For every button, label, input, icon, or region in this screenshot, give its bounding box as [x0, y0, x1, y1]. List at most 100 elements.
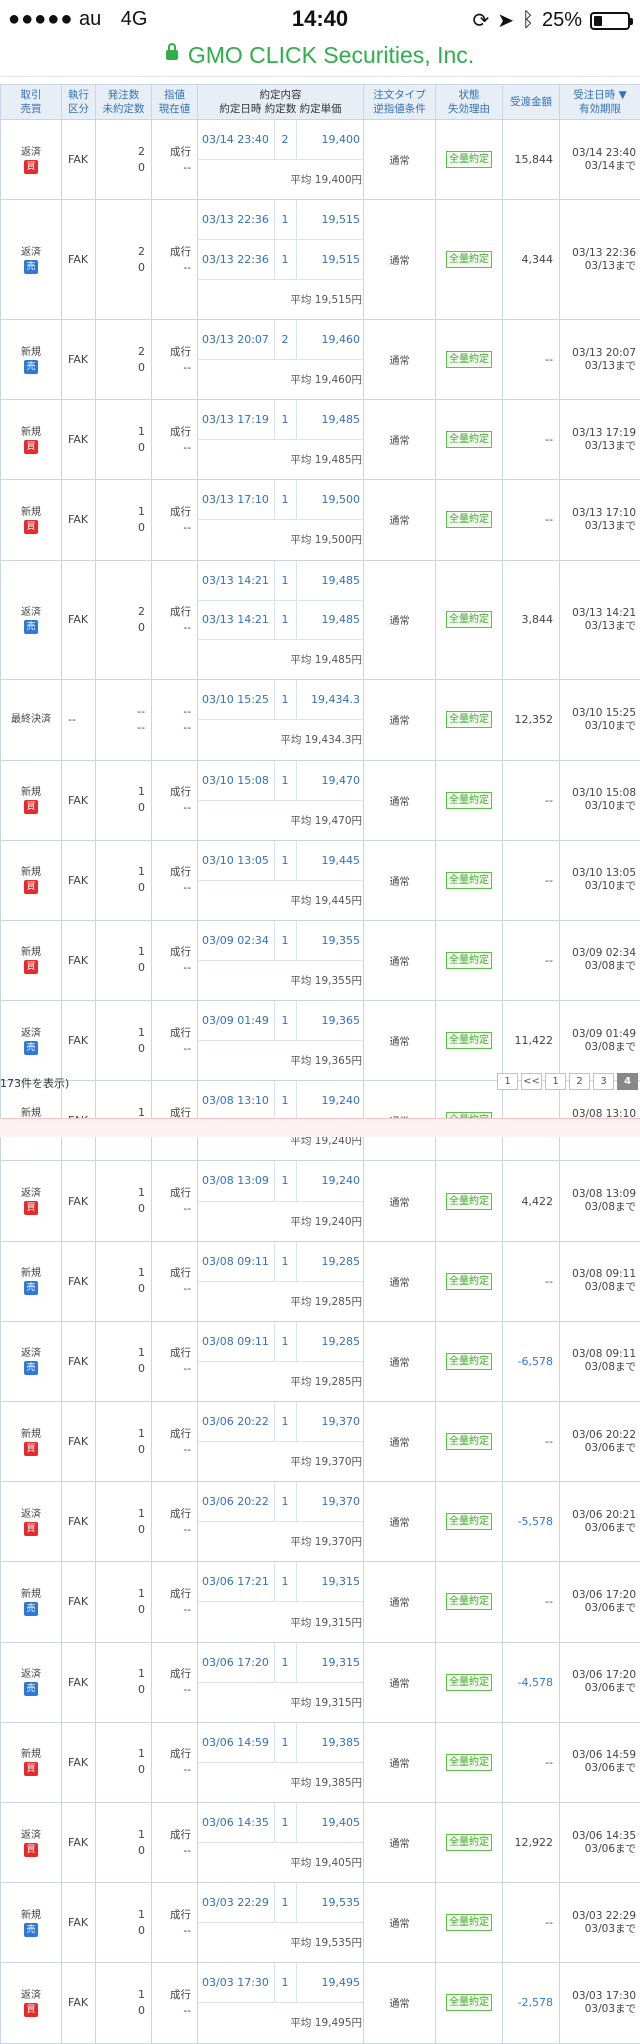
- fill-datetime[interactable]: 03/13 14:21: [198, 600, 274, 640]
- fill-row[interactable]: 03/09 01:49119,365: [198, 1001, 364, 1041]
- fill-row[interactable]: 03/06 20:22119,370: [198, 1402, 364, 1442]
- pager-page-2[interactable]: 2: [569, 1073, 590, 1090]
- fill-row[interactable]: 03/03 22:29119,535: [198, 1883, 364, 1923]
- fill-row[interactable]: 03/10 15:25119,434.3: [198, 680, 364, 720]
- column-header-2[interactable]: 発注数未約定数: [96, 85, 152, 120]
- table-row[interactable]: 新規買FAK10成行--03/06 20:22119,370平均 19,370円…: [1, 1402, 640, 1482]
- pager-page-3[interactable]: 3: [593, 1073, 614, 1090]
- order-datetime: 03/09 01:49: [560, 1028, 636, 1041]
- column-header-8[interactable]: 受注日時 ▼有効期限: [560, 85, 640, 120]
- unfilled-qty: 0: [96, 1361, 145, 1377]
- fill-details-table: 03/13 17:10119,500平均 19,500円: [198, 480, 364, 559]
- table-row[interactable]: 返済売FAK20成行--03/13 14:21119,48503/13 14:2…: [1, 560, 640, 680]
- fill-datetime[interactable]: 03/06 17:20: [198, 1643, 274, 1683]
- fill-row[interactable]: 03/06 20:22119,370: [198, 1482, 364, 1522]
- table-row[interactable]: 返済買FAK20成行--03/14 23:40219,400平均 19,400円…: [1, 120, 640, 200]
- fill-datetime[interactable]: 03/08 09:11: [198, 1322, 274, 1362]
- table-row[interactable]: 新規売FAK10成行--03/06 17:21119,315平均 19,315円…: [1, 1562, 640, 1642]
- trade-kind: 返済: [1, 1989, 61, 2002]
- table-row[interactable]: 新規売FAK10成行--03/08 09:11119,285平均 19,285円…: [1, 1241, 640, 1321]
- column-header-0[interactable]: 取引売買: [1, 85, 62, 120]
- fill-row[interactable]: 03/13 14:21119,485: [198, 561, 364, 601]
- column-header-1[interactable]: 執行区分: [62, 85, 96, 120]
- fill-datetime[interactable]: 03/06 20:22: [198, 1402, 274, 1442]
- table-row[interactable]: 新規売FAK10成行--03/03 22:29119,535平均 19,535円…: [1, 1883, 640, 1963]
- fill-datetime[interactable]: 03/14 23:40: [198, 120, 274, 160]
- fill-row[interactable]: 03/06 14:59119,385: [198, 1723, 364, 1763]
- location-icon: ➤: [497, 8, 514, 33]
- limit-price: 成行: [152, 344, 191, 360]
- fill-datetime[interactable]: 03/09 02:34: [198, 921, 274, 961]
- fill-datetime[interactable]: 03/13 17:10: [198, 480, 274, 520]
- table-row[interactable]: 返済売FAK20成行--03/13 22:36119,51503/13 22:3…: [1, 200, 640, 320]
- fill-datetime[interactable]: 03/13 22:36: [198, 200, 274, 240]
- table-row[interactable]: 新規買FAK10成行--03/13 17:10119,500平均 19,500円…: [1, 480, 640, 560]
- fill-datetime[interactable]: 03/06 14:35: [198, 1803, 274, 1843]
- exec-type-cell: FAK: [62, 1883, 96, 1963]
- fill-datetime[interactable]: 03/06 14:59: [198, 1723, 274, 1763]
- fill-datetime[interactable]: 03/10 15:25: [198, 680, 274, 720]
- pager-prev-button[interactable]: <<: [521, 1073, 542, 1090]
- status-icons: ⟳ ➤ ᛒ 25%: [472, 8, 630, 33]
- table-row[interactable]: 新規売FAK20成行--03/13 20:07219,460平均 19,460円…: [1, 319, 640, 399]
- fill-row[interactable]: 03/13 17:10119,500: [198, 480, 364, 520]
- fill-datetime[interactable]: 03/10 13:05: [198, 841, 274, 881]
- fill-row[interactable]: 03/08 09:11119,285: [198, 1322, 364, 1362]
- table-row[interactable]: 最終決済----------03/10 15:25119,434.3平均 19,…: [1, 680, 640, 760]
- pager-page-1[interactable]: 1: [545, 1073, 566, 1090]
- table-row[interactable]: 返済売FAK10成行--03/09 01:49119,365平均 19,365円…: [1, 1001, 640, 1081]
- column-header-3[interactable]: 指値現在値: [152, 85, 198, 120]
- pager-page-4[interactable]: 4: [617, 1073, 638, 1090]
- fill-row[interactable]: 03/06 17:20119,315: [198, 1643, 364, 1683]
- unfilled-qty: 0: [96, 1201, 145, 1217]
- table-row[interactable]: 新規買FAK10成行--03/06 14:59119,385平均 19,385円…: [1, 1722, 640, 1802]
- table-row[interactable]: 返済売FAK10成行--03/06 17:20119,315平均 19,315円…: [1, 1642, 640, 1722]
- fill-row[interactable]: 03/13 17:19119,485: [198, 400, 364, 440]
- table-row[interactable]: 新規買FAK10成行--03/09 02:34119,355平均 19,355円…: [1, 920, 640, 1000]
- column-header-5[interactable]: 注文タイプ逆指値条件: [364, 85, 436, 120]
- fill-datetime[interactable]: 03/09 01:49: [198, 1001, 274, 1041]
- column-header-4[interactable]: 約定内容約定日時 約定数 約定単価: [198, 85, 364, 120]
- fill-row[interactable]: 03/06 14:35119,405: [198, 1803, 364, 1843]
- fill-datetime[interactable]: 03/13 17:19: [198, 400, 274, 440]
- fill-row[interactable]: 03/10 15:08119,470: [198, 761, 364, 801]
- fill-datetime[interactable]: 03/08 09:11: [198, 1242, 274, 1282]
- table-row[interactable]: 新規買FAK10成行--03/10 13:05119,445平均 19,445円…: [1, 840, 640, 920]
- status-cell: 全量約定: [436, 920, 503, 1000]
- fill-datetime[interactable]: 03/06 17:21: [198, 1562, 274, 1602]
- fill-datetime[interactable]: 03/13 20:07: [198, 320, 274, 360]
- fill-row[interactable]: 03/10 13:05119,445: [198, 841, 364, 881]
- fill-row[interactable]: 03/03 17:30119,495: [198, 1963, 364, 2003]
- address-bar[interactable]: GMO CLICK Securities, Inc.: [0, 40, 640, 77]
- table-row[interactable]: 返済買FAK10成行--03/03 17:30119,495平均 19,495円…: [1, 1963, 640, 2043]
- table-row[interactable]: 返済買FAK10成行--03/06 14:35119,405平均 19,405円…: [1, 1802, 640, 1882]
- pager-page-1[interactable]: 1: [497, 1073, 518, 1090]
- table-row[interactable]: 新規買FAK10成行--03/10 15:08119,470平均 19,470円…: [1, 760, 640, 840]
- fill-price: 19,485: [296, 400, 364, 440]
- fill-row[interactable]: 03/08 13:09119,240: [198, 1161, 364, 1201]
- fill-datetime[interactable]: 03/13 14:21: [198, 561, 274, 601]
- column-header-7[interactable]: 受渡金額: [503, 85, 560, 120]
- table-row[interactable]: 返済買FAK10成行--03/06 20:22119,370平均 19,370円…: [1, 1482, 640, 1562]
- fill-row[interactable]: 03/14 23:40219,400: [198, 120, 364, 160]
- column-header-6[interactable]: 状態失効理由: [436, 85, 503, 120]
- fill-datetime[interactable]: 03/06 20:22: [198, 1482, 274, 1522]
- fill-datetime[interactable]: 03/03 17:30: [198, 1963, 274, 2003]
- fill-row[interactable]: 03/13 20:07219,460: [198, 320, 364, 360]
- fill-row[interactable]: 03/08 09:11119,285: [198, 1242, 364, 1282]
- exec-type-cell: FAK: [62, 1562, 96, 1642]
- fill-datetime[interactable]: 03/13 22:36: [198, 240, 274, 280]
- settlement-amount: --: [503, 760, 560, 840]
- table-row[interactable]: 新規買FAK10成行--03/13 17:19119,485平均 19,485円…: [1, 400, 640, 480]
- fill-datetime[interactable]: 03/03 22:29: [198, 1883, 274, 1923]
- fill-row[interactable]: 03/13 14:21119,485: [198, 600, 364, 640]
- fill-row[interactable]: 03/09 02:34119,355: [198, 921, 364, 961]
- fill-row[interactable]: 03/13 22:36119,515: [198, 200, 364, 240]
- fill-datetime[interactable]: 03/08 13:09: [198, 1161, 274, 1201]
- table-row[interactable]: 返済売FAK10成行--03/08 09:11119,285平均 19,285円…: [1, 1321, 640, 1401]
- status-badge: 全量約定: [446, 611, 492, 628]
- table-row[interactable]: 返済買FAK10成行--03/08 13:09119,240平均 19,240円…: [1, 1161, 640, 1241]
- fill-datetime[interactable]: 03/10 15:08: [198, 761, 274, 801]
- fill-row[interactable]: 03/13 22:36119,515: [198, 240, 364, 280]
- fill-row[interactable]: 03/06 17:21119,315: [198, 1562, 364, 1602]
